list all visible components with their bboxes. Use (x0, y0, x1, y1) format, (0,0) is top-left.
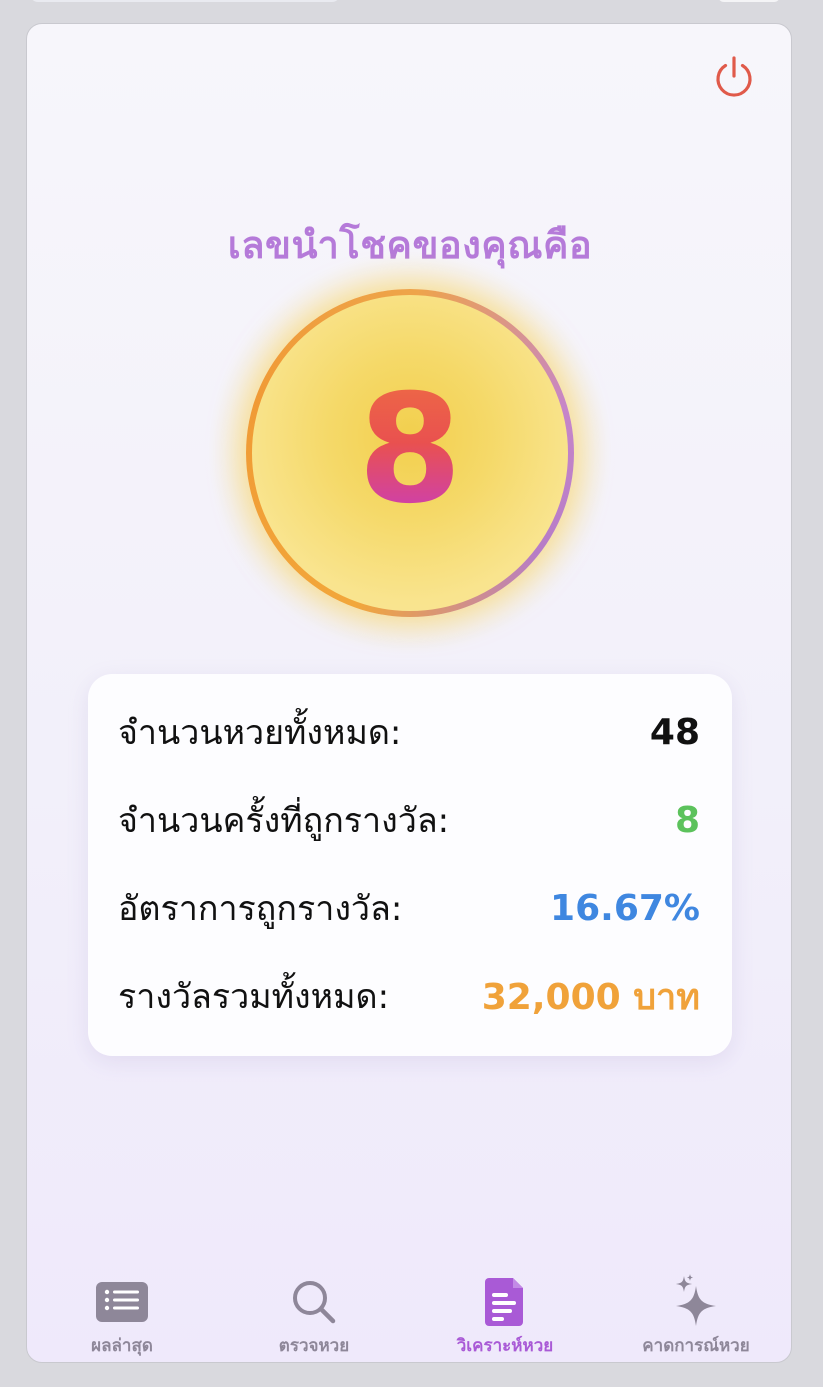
lucky-number-coin: 8 (252, 295, 568, 611)
stat-label: จำนวนครั้งที่ถูกรางวัล: (118, 801, 450, 841)
background-card-edge (718, 0, 780, 2)
tab-check-lottery[interactable]: ตรวจหวย (219, 1276, 409, 1362)
sparkles-icon (668, 1274, 724, 1328)
tab-bar: ผลล่าสุด ตรวจหวย วิเคราะห์หวย คาดการณ์หว… (27, 1264, 791, 1362)
list-icon (94, 1276, 150, 1328)
lucky-number: 8 (357, 363, 463, 537)
stat-row-total-prize: รางวัลรวมทั้งหมด: 32,000 บาท (118, 966, 700, 1026)
background-card-edge (30, 0, 340, 2)
tab-label: ผลล่าสุด (91, 1336, 153, 1356)
tab-label: ตรวจหวย (278, 1336, 350, 1356)
tab-label: คาดการณ์หวย (642, 1336, 750, 1356)
analysis-screen: เลขนำโชคของคุณคือ 8 จำนวนหวยทั้งหมด: 48 … (26, 23, 792, 1363)
stats-card: จำนวนหวยทั้งหมด: 48 จำนวนครั้งที่ถูกรางว… (88, 674, 732, 1056)
stat-label: จำนวนหวยทั้งหมด: (118, 713, 402, 753)
stat-row-wins: จำนวนครั้งที่ถูกรางวัล: 8 (118, 790, 700, 850)
search-icon (286, 1276, 342, 1328)
stat-value: 16.67% (550, 887, 700, 929)
tab-analyze-lottery[interactable]: วิเคราะห์หวย (410, 1276, 600, 1362)
stat-label: รางวัลรวมทั้งหมด: (118, 977, 390, 1017)
stat-value: 32,000 บาท (481, 976, 700, 1018)
stat-value: 48 (649, 711, 700, 753)
stat-row-total-tickets: จำนวนหวยทั้งหมด: 48 (118, 702, 700, 762)
stat-label: อัตราการถูกรางวัล: (118, 889, 403, 929)
power-button[interactable] (711, 54, 757, 100)
stat-value: 8 (674, 799, 700, 841)
tab-latest-results[interactable]: ผลล่าสุด (27, 1276, 217, 1362)
stat-row-win-rate: อัตราการถูกรางวัล: 16.67% (118, 878, 700, 938)
tab-label: วิเคราะห์หวย (456, 1336, 554, 1356)
document-analysis-icon (477, 1276, 533, 1328)
tab-predict-lottery[interactable]: คาดการณ์หวย (601, 1274, 791, 1362)
power-icon (716, 56, 752, 97)
